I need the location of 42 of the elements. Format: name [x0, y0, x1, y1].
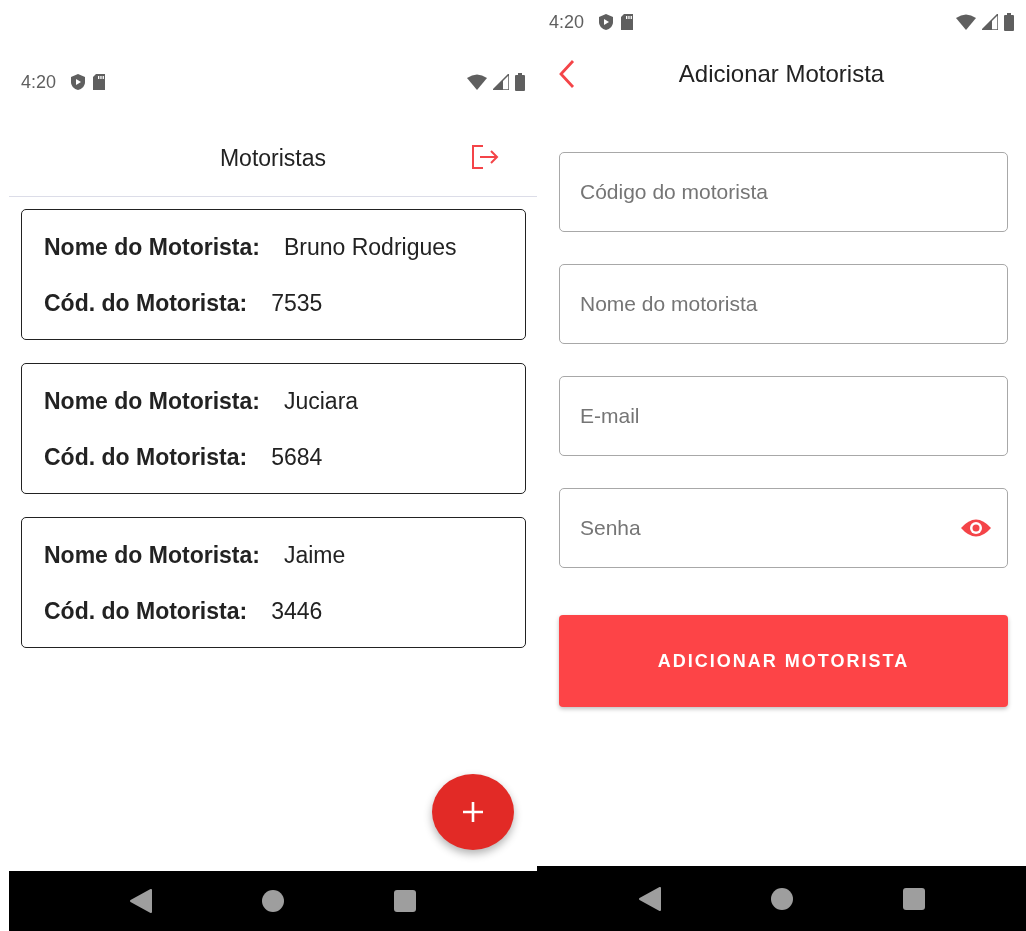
- status-time: 4:20: [549, 11, 585, 33]
- driver-card[interactable]: Nome do Motorista: Bruno Rodrigues Cód. do Motorista: 7535: [21, 209, 526, 340]
- sd-card-icon: [620, 13, 635, 31]
- field-label: Cód. do Motorista:: [44, 444, 248, 471]
- add-button[interactable]: [432, 774, 514, 850]
- field-label: Cód. do Motorista:: [44, 290, 248, 317]
- driver-name: Bruno Rodrigues: [283, 234, 457, 261]
- status-time: 4:20: [21, 71, 57, 93]
- field-label: Nome do Motorista:: [44, 542, 260, 569]
- battery-icon: [1004, 13, 1014, 31]
- field-label: Nome do Motorista:: [44, 234, 260, 261]
- wifi-icon: [467, 74, 487, 90]
- recents-icon[interactable]: [902, 887, 925, 910]
- input-field[interactable]: E-mail: [559, 376, 1008, 456]
- shield-icon: [598, 13, 615, 31]
- screen-title: Adicionar Motorista: [678, 60, 885, 88]
- driver-code: 5684: [271, 444, 323, 471]
- signal-icon: [982, 14, 998, 30]
- driver-code: 7535: [271, 290, 323, 317]
- sd-card-icon: [92, 73, 107, 91]
- driver-name: Jaime: [283, 542, 346, 569]
- eye-icon[interactable]: [960, 517, 992, 539]
- field-label: Cód. do Motorista:: [44, 598, 248, 625]
- logout-icon[interactable]: [471, 144, 499, 170]
- field-label: Nome do Motorista:: [44, 388, 260, 415]
- wifi-icon: [956, 14, 976, 30]
- battery-icon: [515, 73, 525, 91]
- home-icon[interactable]: [770, 887, 793, 910]
- shield-icon: [70, 73, 87, 91]
- driver-card[interactable]: Nome do Motorista: Juciara Cód. do Motorista: 5684: [21, 363, 526, 494]
- plus-icon: [462, 801, 484, 823]
- screen-title: Motoristas: [219, 144, 327, 172]
- input-field[interactable]: Senha: [559, 488, 1008, 568]
- home-icon[interactable]: [262, 890, 284, 912]
- back-icon[interactable]: [638, 886, 661, 911]
- input-field[interactable]: Código do motorista: [559, 152, 1008, 232]
- driver-name: Juciara: [283, 388, 359, 415]
- input-field[interactable]: Nome do motorista: [559, 264, 1008, 344]
- back-icon[interactable]: [130, 889, 152, 913]
- signal-icon: [493, 74, 509, 90]
- driver-code: 3446: [271, 598, 323, 625]
- driver-card[interactable]: Nome do Motorista: Jaime Cód. do Motorista: 3446: [21, 517, 526, 648]
